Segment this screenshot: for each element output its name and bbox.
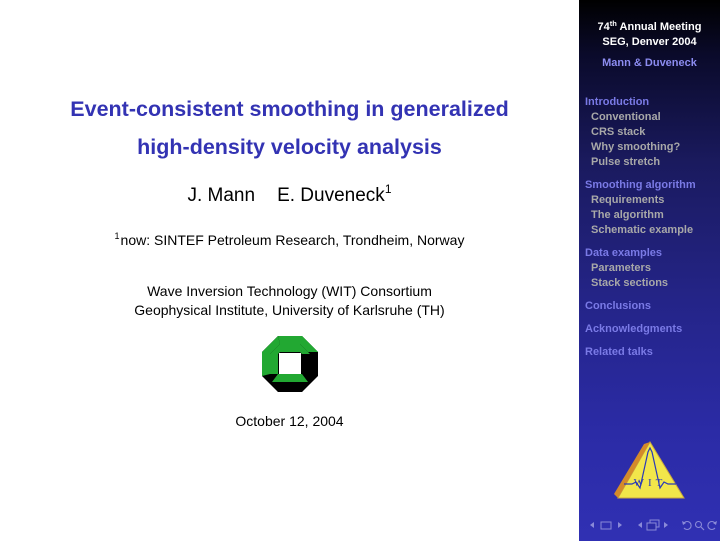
presentation-date: October 12, 2004 bbox=[235, 413, 344, 429]
beamer-navigation-bar bbox=[583, 518, 717, 532]
nav-item-conventional[interactable]: Conventional bbox=[585, 110, 720, 125]
meeting-location: SEG, Denver 2004 bbox=[602, 36, 697, 48]
meeting-ordinal: th bbox=[609, 19, 617, 28]
institution-line-2: Geophysical Institute, University of Kar… bbox=[134, 302, 445, 318]
nav-item-crs-stack[interactable]: CRS stack bbox=[585, 125, 720, 140]
sidebar-authors[interactable]: Mann & Duveneck bbox=[579, 56, 720, 70]
nav-group-conclusions: Conclusions bbox=[585, 299, 720, 314]
author-mann: J. Mann bbox=[187, 185, 256, 206]
authors: J. Mann E. Duveneck1 bbox=[0, 182, 579, 208]
affiliation-text: now: SINTEF Petroleum Research, Trondhei… bbox=[120, 232, 465, 248]
next-arrow-icon[interactable] bbox=[617, 521, 623, 529]
meeting-info: 74th Annual Meeting SEG, Denver 2004 bbox=[579, 20, 720, 50]
nav-group-smoothing-algorithm: Smoothing algorithm Requirements The alg… bbox=[585, 178, 720, 238]
nav-group-introduction: Introduction Conventional CRS stack Why … bbox=[585, 95, 720, 170]
prev-section-arrow-icon[interactable] bbox=[637, 521, 643, 529]
slide-title: Event-consistent smoothing in generalize… bbox=[0, 90, 579, 166]
institution: Wave Inversion Technology (WIT) Consorti… bbox=[0, 282, 579, 320]
nav-item-why-smoothing[interactable]: Why smoothing? bbox=[585, 140, 720, 155]
nav-section-smoothing-algorithm[interactable]: Smoothing algorithm bbox=[585, 178, 720, 193]
nav-section-conclusions[interactable]: Conclusions bbox=[585, 299, 720, 314]
back-icon[interactable] bbox=[681, 520, 692, 531]
nav-item-requirements[interactable]: Requirements bbox=[585, 193, 720, 208]
nav-item-the-algorithm[interactable]: The algorithm bbox=[585, 208, 720, 223]
institution-line-1: Wave Inversion Technology (WIT) Consorti… bbox=[147, 283, 432, 299]
footnote-mark: 1 bbox=[384, 182, 392, 196]
author-duveneck: E. Duveneck bbox=[277, 185, 385, 206]
wit-logo: WIT bbox=[614, 441, 685, 499]
wit-logo-text: WIT bbox=[634, 477, 667, 489]
meeting-title: Annual Meeting bbox=[616, 21, 702, 33]
title-line-2: high-density velocity analysis bbox=[137, 135, 442, 159]
prev-arrow-icon[interactable] bbox=[589, 521, 595, 529]
nav-group-data-examples: Data examples Parameters Stack sections bbox=[585, 246, 720, 291]
nav-section-acknowledgments[interactable]: Acknowledgments bbox=[585, 322, 720, 337]
frame-icon[interactable] bbox=[600, 521, 612, 530]
nav-group-related-talks: Related talks bbox=[585, 345, 720, 360]
next-section-arrow-icon[interactable] bbox=[663, 521, 669, 529]
search-icon[interactable] bbox=[694, 520, 705, 531]
affiliation-mark: 1 bbox=[114, 231, 120, 241]
title-line-1: Event-consistent smoothing in generalize… bbox=[70, 97, 509, 121]
nav-item-pulse-stretch[interactable]: Pulse stretch bbox=[585, 155, 720, 170]
nav-group-acknowledgments: Acknowledgments bbox=[585, 322, 720, 337]
slide-main: Event-consistent smoothing in generalize… bbox=[0, 0, 579, 541]
meeting-number: 74 bbox=[597, 21, 610, 33]
nav-section-related-talks[interactable]: Related talks bbox=[585, 345, 720, 360]
section-icon[interactable] bbox=[646, 519, 660, 531]
nav-section-data-examples[interactable]: Data examples bbox=[585, 246, 720, 261]
nav-section-introduction[interactable]: Introduction bbox=[585, 95, 720, 110]
outline-nav: Introduction Conventional CRS stack Why … bbox=[585, 95, 720, 368]
nav-item-parameters[interactable]: Parameters bbox=[585, 261, 720, 276]
university-karlsruhe-logo bbox=[262, 336, 318, 392]
nav-item-stack-sections[interactable]: Stack sections bbox=[585, 276, 720, 291]
forward-icon[interactable] bbox=[707, 520, 718, 531]
affiliation-footnote: 1now: SINTEF Petroleum Research, Trondhe… bbox=[0, 231, 579, 249]
nav-item-schematic-example[interactable]: Schematic example bbox=[585, 223, 720, 238]
